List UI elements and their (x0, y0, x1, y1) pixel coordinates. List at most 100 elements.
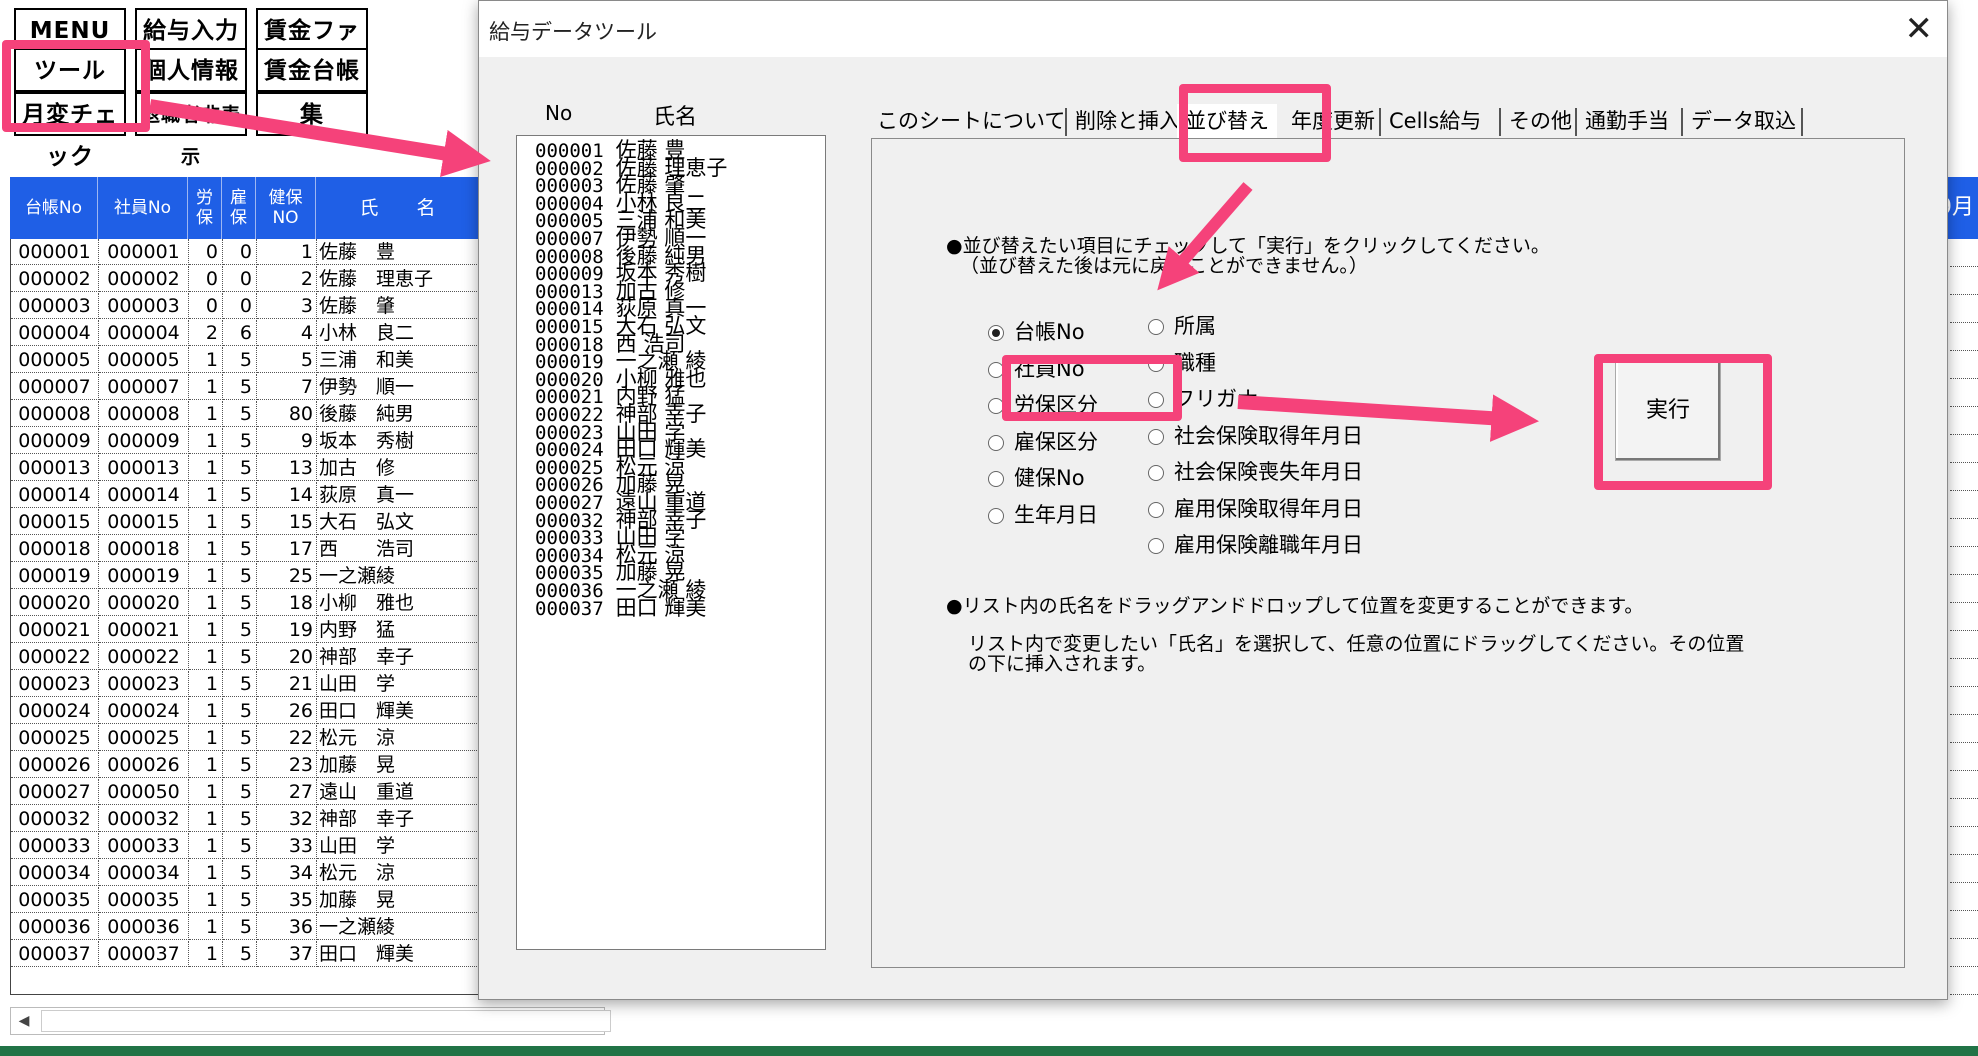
cell-shain-no[interactable]: 000035 (99, 887, 189, 913)
cell-name[interactable]: 松元 涼 (317, 725, 481, 751)
radio-icon[interactable] (988, 507, 1004, 524)
table-row[interactable]: 000025 000025 1 5 22 松元 涼 (11, 725, 481, 752)
cell-daicho-no[interactable]: 000002 (11, 266, 99, 292)
cell-koyo-ho[interactable]: 5 (223, 509, 257, 535)
cell-name[interactable]: 神部 幸子 (317, 806, 481, 832)
cell-name[interactable]: 遠山 重道 (317, 779, 481, 805)
cell-shain-no[interactable]: 000036 (99, 914, 189, 940)
cell-koyo-ho[interactable]: 0 (223, 266, 257, 292)
cell-rou-ho[interactable]: 0 (189, 293, 223, 319)
cell-koyo-ho[interactable]: 5 (223, 374, 257, 400)
cell-daicho-no[interactable]: 000027 (11, 779, 99, 805)
cell-kenpo-no[interactable]: 23 (257, 752, 317, 778)
cell-shain-no[interactable]: 000001 (99, 239, 189, 265)
cell-kenpo-no[interactable]: 4 (257, 320, 317, 346)
table-row[interactable]: 000019 000019 1 5 25 一之瀬綾 (11, 563, 481, 590)
cell-daicho-no[interactable]: 000020 (11, 590, 99, 616)
cell-name[interactable]: 佐藤 豊 (317, 239, 481, 265)
sort-option[interactable]: 雇用保険離職年月日 (1148, 532, 1363, 558)
cell-daicho-no[interactable]: 000035 (11, 887, 99, 913)
cell-rou-ho[interactable]: 1 (189, 617, 223, 643)
cell-rou-ho[interactable]: 1 (189, 482, 223, 508)
cell-shain-no[interactable]: 000026 (99, 752, 189, 778)
cell-name[interactable]: 大石 弘文 (317, 509, 481, 535)
cell-name[interactable]: 内野 猛 (317, 617, 481, 643)
cell-shain-no[interactable]: 000037 (99, 941, 189, 967)
cell-rou-ho[interactable]: 1 (189, 941, 223, 967)
cell-daicho-no[interactable]: 000007 (11, 374, 99, 400)
cell-daicho-no[interactable]: 000032 (11, 806, 99, 832)
table-row[interactable]: 000007 000007 1 5 7 伊勢 順一 (11, 374, 481, 401)
cell-daicho-no[interactable]: 000004 (11, 320, 99, 346)
cell-rou-ho[interactable]: 1 (189, 887, 223, 913)
cell-name[interactable]: 伊勢 順一 (317, 374, 481, 400)
cell-daicho-no[interactable]: 000005 (11, 347, 99, 373)
hide-retired-button[interactable]: 退職者非表示 (135, 92, 247, 168)
table-row[interactable]: 000018 000018 1 5 17 西 浩司 (11, 536, 481, 563)
cell-daicho-no[interactable]: 000022 (11, 644, 99, 670)
scroll-left-icon[interactable]: ◀ (13, 1011, 35, 1031)
cell-name[interactable]: 佐藤 肇 (317, 293, 481, 319)
cell-name[interactable]: 三浦 和美 (317, 347, 481, 373)
cell-koyo-ho[interactable]: 5 (223, 941, 257, 967)
cell-shain-no[interactable]: 000022 (99, 644, 189, 670)
cell-shain-no[interactable]: 000007 (99, 374, 189, 400)
cell-kenpo-no[interactable]: 13 (257, 455, 317, 481)
cell-name[interactable]: 小柳 雅也 (317, 590, 481, 616)
cell-koyo-ho[interactable]: 0 (223, 239, 257, 265)
table-row[interactable]: 000001 000001 0 0 1 佐藤 豊 (11, 239, 481, 266)
radio-icon[interactable] (988, 434, 1004, 451)
radio-icon[interactable] (1148, 501, 1164, 518)
tab-other[interactable]: その他 (1509, 104, 1572, 138)
cell-kenpo-no[interactable]: 2 (257, 266, 317, 292)
cell-daicho-no[interactable]: 000024 (11, 698, 99, 724)
cell-koyo-ho[interactable]: 5 (223, 455, 257, 481)
sort-option[interactable]: 社会保険喪失年月日 (1148, 459, 1363, 485)
cell-shain-no[interactable]: 000023 (99, 671, 189, 697)
tab-commute[interactable]: 通勤手当 (1585, 104, 1669, 138)
cell-name[interactable]: 山田 学 (317, 671, 481, 697)
cell-name[interactable]: 加藤 晃 (317, 752, 481, 778)
cell-name[interactable]: 佐藤 理恵子 (317, 266, 481, 292)
cell-name[interactable]: 神部 幸子 (317, 644, 481, 670)
personal-info-button[interactable]: 個人情報 (135, 48, 247, 92)
cell-daicho-no[interactable]: 000026 (11, 752, 99, 778)
table-row[interactable]: 000034 000034 1 5 34 松元 涼 (11, 860, 481, 887)
cell-shain-no[interactable]: 000032 (99, 806, 189, 832)
table-row[interactable]: 000024 000024 1 5 26 田口 輝美 (11, 698, 481, 725)
cell-koyo-ho[interactable]: 5 (223, 887, 257, 913)
cell-rou-ho[interactable]: 1 (189, 860, 223, 886)
cell-koyo-ho[interactable]: 5 (223, 536, 257, 562)
table-row[interactable]: 000008 000008 1 5 80 後藤 純男 (11, 401, 481, 428)
cell-shain-no[interactable]: 000050 (99, 779, 189, 805)
partial-button[interactable]: 集 (256, 92, 368, 136)
cell-kenpo-no[interactable]: 27 (257, 779, 317, 805)
cell-kenpo-no[interactable]: 80 (257, 401, 317, 427)
cell-shain-no[interactable]: 000019 (99, 563, 189, 589)
cell-koyo-ho[interactable]: 5 (223, 860, 257, 886)
radio-icon[interactable] (988, 471, 1004, 487)
sort-option[interactable]: 雇保区分 (988, 429, 1098, 455)
cell-name[interactable]: 田口 輝美 (317, 941, 481, 967)
cell-koyo-ho[interactable]: 5 (223, 725, 257, 751)
cell-koyo-ho[interactable]: 5 (223, 347, 257, 373)
wage-file-button[interactable]: 賃金ファイル (256, 8, 368, 86)
cell-daicho-no[interactable]: 000013 (11, 455, 99, 481)
table-row[interactable]: 000009 000009 1 5 9 坂本 秀樹 (11, 428, 481, 455)
table-row[interactable]: 000022 000022 1 5 20 神部 幸子 (11, 644, 481, 671)
cell-kenpo-no[interactable]: 35 (257, 887, 317, 913)
cell-daicho-no[interactable]: 000015 (11, 509, 99, 535)
cell-shain-no[interactable]: 000008 (99, 401, 189, 427)
cell-name[interactable]: 田口 輝美 (317, 698, 481, 724)
cell-name[interactable]: 一之瀬綾 (317, 914, 481, 940)
cell-shain-no[interactable]: 000002 (99, 266, 189, 292)
cell-daicho-no[interactable]: 000001 (11, 239, 99, 265)
table-row[interactable]: 000004 000004 2 6 4 小林 良二 (11, 320, 481, 347)
sort-option[interactable]: 社会保険取得年月日 (1148, 423, 1363, 449)
cell-shain-no[interactable]: 000004 (99, 320, 189, 346)
table-row[interactable]: 000032 000032 1 5 32 神部 幸子 (11, 806, 481, 833)
table-row[interactable]: 000026 000026 1 5 23 加藤 晃 (11, 752, 481, 779)
cell-kenpo-no[interactable]: 9 (257, 428, 317, 454)
cell-kenpo-no[interactable]: 19 (257, 617, 317, 643)
cell-rou-ho[interactable]: 1 (189, 914, 223, 940)
